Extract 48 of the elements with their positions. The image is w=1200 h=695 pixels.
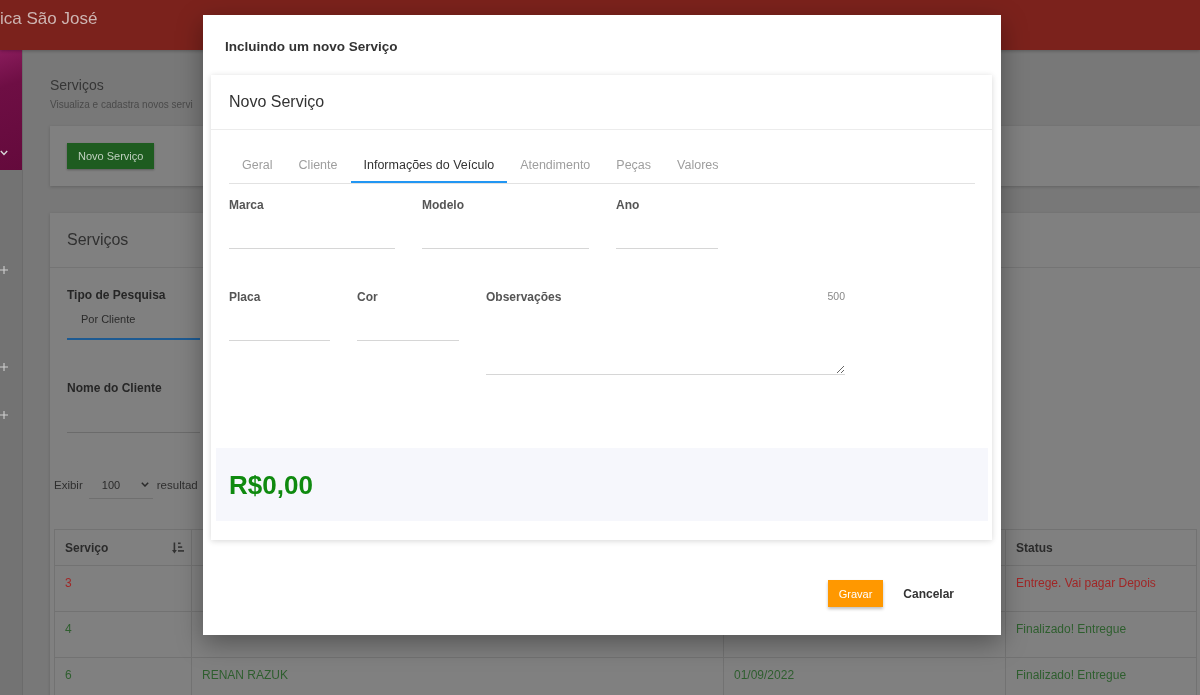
total-amount: R$0,00	[229, 470, 313, 501]
chevron-down-icon	[0, 150, 8, 156]
search-type-label: Tipo de Pesquisa	[67, 287, 166, 303]
sort-icon[interactable]	[172, 541, 184, 554]
name-text: RENAN RAZUK	[202, 668, 288, 682]
column-heading: Status	[1016, 540, 1053, 555]
form-title: Novo Serviço	[229, 93, 325, 111]
dialog-title: Incluindo um novo Serviço	[225, 38, 398, 54]
status-text: Entrege. Vai pagar Depois	[1016, 576, 1156, 590]
card-title: Serviços	[67, 231, 129, 249]
tab[interactable]: Valores	[664, 149, 732, 183]
tab[interactable]: Peças	[603, 149, 665, 183]
sidebar-item[interactable]	[0, 411, 8, 419]
sidebar-item[interactable]	[0, 266, 8, 274]
page-size-select[interactable]: 100	[88, 471, 153, 499]
field-label: Observações	[486, 290, 562, 304]
service-number: 4	[65, 622, 72, 636]
sidebar-item[interactable]	[0, 363, 8, 371]
char-counter: 500	[827, 289, 845, 302]
field-label: Cor	[357, 290, 378, 304]
chevron-down-icon	[140, 482, 149, 487]
results-label: resultad	[156, 479, 198, 491]
status-text: Finalizado! Entregue	[1016, 668, 1127, 682]
date-text: 01/09/2022	[734, 668, 795, 682]
cancel-button[interactable]: Cancelar	[895, 580, 962, 607]
save-button[interactable]: Gravar	[827, 580, 884, 607]
plus-icon	[0, 266, 8, 274]
column-heading: Serviço	[65, 540, 109, 555]
service-number: 6	[65, 668, 72, 682]
status-text: Finalizado! Entregue	[1016, 622, 1127, 636]
search-type-select[interactable]: Por Cliente	[67, 308, 200, 340]
field-label: Marca	[229, 198, 264, 212]
service-number: 3	[65, 576, 72, 590]
tab[interactable]: Atendimento	[507, 149, 604, 183]
show-label: Exibir	[54, 479, 83, 491]
plus-icon	[0, 363, 8, 371]
client-name-label: Nome do Cliente	[67, 380, 162, 396]
field-label: Placa	[229, 290, 261, 304]
tab[interactable]: Informações do Veículo	[350, 149, 508, 183]
tab[interactable]: Cliente	[285, 149, 351, 183]
page-title: Serviços	[50, 77, 104, 93]
app-title: ica São José	[0, 9, 98, 29]
new-service-button[interactable]: Novo Serviço	[67, 143, 155, 169]
field-label: Modelo	[422, 198, 464, 212]
sidebar-item[interactable]	[0, 50, 22, 170]
tab[interactable]: Geral	[229, 149, 286, 183]
plus-icon	[0, 411, 8, 419]
field-label: Ano	[616, 198, 640, 212]
